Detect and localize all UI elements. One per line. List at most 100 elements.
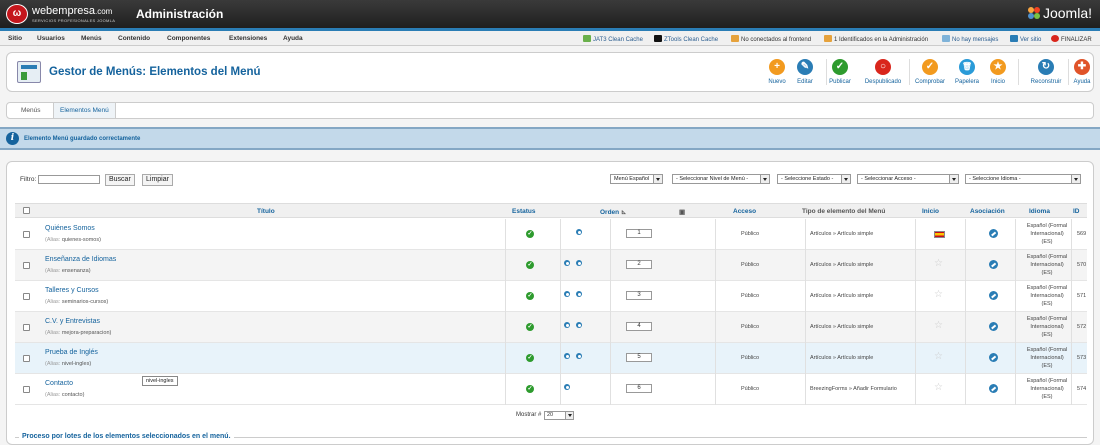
default-star-icon[interactable]: ☆ xyxy=(934,352,943,362)
filter-search-input[interactable] xyxy=(38,175,100,184)
help-button[interactable]: ✚ Ayuda xyxy=(1064,59,1100,85)
unpublish-button[interactable]: ○ Despublicado xyxy=(860,59,906,85)
app-header: ω webempresa.com SERVICIOS PROFESIONALES… xyxy=(0,0,1100,28)
col-type: Tipo de elemento del Menú xyxy=(802,208,886,215)
item-title-link[interactable]: C.V. y Entrevistas xyxy=(45,318,100,325)
published-check-icon[interactable]: ✓ xyxy=(526,354,534,362)
rebuild-button[interactable]: ↻ Reconstruir xyxy=(1025,59,1067,85)
brand-tagline: SERVICIOS PROFESIONALES JOOMLA xyxy=(32,18,116,23)
col-title[interactable]: Título xyxy=(257,208,275,215)
move-down-icon[interactable] xyxy=(576,229,582,235)
view-site-link[interactable]: Ver sitio xyxy=(1010,35,1041,43)
item-title-link[interactable]: Enseñanza de Idiomas xyxy=(45,256,116,263)
publish-button[interactable]: ✓ Publicar xyxy=(822,59,858,85)
published-check-icon[interactable]: ✓ xyxy=(526,292,534,300)
order-input[interactable]: 2 xyxy=(626,260,652,269)
menu-usuarios[interactable]: Usuarios xyxy=(37,35,65,42)
col-language[interactable]: Idioma xyxy=(1029,208,1050,215)
move-down-icon[interactable] xyxy=(576,260,582,266)
jat3-clean-cache-link[interactable]: JAT3 Clean Cache xyxy=(583,35,643,43)
column-divider xyxy=(1015,219,1016,250)
joomla-icon xyxy=(1027,7,1040,19)
col-order[interactable]: Orden ⊾ xyxy=(600,208,626,216)
order-input[interactable]: 6 xyxy=(626,384,652,393)
row-checkbox[interactable] xyxy=(23,386,30,393)
language-select[interactable]: - Seleccione Idioma - xyxy=(965,174,1081,184)
trash-icon: 🗑 xyxy=(959,59,975,75)
default-star-icon[interactable]: ☆ xyxy=(934,290,943,300)
item-title-link[interactable]: Talleres y Cursos xyxy=(45,287,99,294)
edit-button[interactable]: ✎ Editar xyxy=(787,59,823,85)
published-check-icon[interactable]: ✓ xyxy=(526,230,534,238)
published-check-icon[interactable]: ✓ xyxy=(526,323,534,331)
webempresa-logo-icon[interactable]: ω xyxy=(6,4,28,24)
tab-menus[interactable]: Menús xyxy=(15,106,47,115)
move-up-icon[interactable] xyxy=(564,384,570,390)
move-up-icon[interactable] xyxy=(564,322,570,328)
move-down-icon[interactable] xyxy=(576,291,582,297)
brand-name[interactable]: webempresa.com xyxy=(32,5,112,17)
clear-button[interactable]: Limpiar xyxy=(142,174,173,186)
list-limit-select[interactable]: 20 xyxy=(544,411,574,420)
column-divider xyxy=(965,343,966,374)
search-button[interactable]: Buscar xyxy=(105,174,135,186)
move-up-icon[interactable] xyxy=(564,260,570,266)
move-up-icon[interactable] xyxy=(564,291,570,297)
default-star-icon[interactable]: ☆ xyxy=(934,383,943,393)
row-checkbox[interactable] xyxy=(23,262,30,269)
level-select[interactable]: - Seleccionar Nivel de Menú - xyxy=(672,174,770,184)
state-select[interactable]: - Seleccione Estado - xyxy=(777,174,851,184)
logout-link[interactable]: FINALIZAR xyxy=(1051,35,1092,43)
move-up-icon[interactable] xyxy=(564,353,570,359)
item-title-link[interactable]: Quiénes Somos xyxy=(45,225,95,232)
order-input[interactable]: 4 xyxy=(626,322,652,331)
access-level: Público xyxy=(741,324,760,330)
col-access[interactable]: Acceso xyxy=(733,208,756,215)
menu-select[interactable]: Menú Español xyxy=(610,174,663,184)
column-divider xyxy=(965,281,966,312)
item-id: 569 xyxy=(1077,231,1087,237)
spain-flag-icon[interactable] xyxy=(934,231,945,238)
item-language: Español (Formal Internacional) (ES) xyxy=(1026,223,1068,245)
column-divider xyxy=(715,219,716,250)
messages-link[interactable]: No hay mensajes xyxy=(942,35,998,43)
order-input[interactable]: 5 xyxy=(626,353,652,362)
checkin-button[interactable]: ✓ Comprobar xyxy=(910,59,950,85)
menu-ayuda[interactable]: Ayuda xyxy=(283,35,303,42)
rebuild-icon: ↻ xyxy=(1038,59,1054,75)
order-input[interactable]: 3 xyxy=(626,291,652,300)
published-check-icon[interactable]: ✓ xyxy=(526,385,534,393)
ztools-icon xyxy=(654,35,662,42)
item-title-link[interactable]: Prueba de Inglés xyxy=(45,349,98,356)
table-row: Prueba de Inglés (Alias: nivel-ingles) ✓ 5 P… xyxy=(15,343,1087,374)
ztools-clean-cache-link[interactable]: ZTools Clean Cache xyxy=(654,35,718,43)
select-all-checkbox[interactable] xyxy=(23,207,30,214)
move-down-icon[interactable] xyxy=(576,322,582,328)
column-divider xyxy=(560,312,561,343)
column-divider xyxy=(915,343,916,374)
menu-componentes[interactable]: Componentes xyxy=(167,35,210,42)
menu-item-type: BreezingForms » Añadir Formulario xyxy=(810,386,897,392)
home-button[interactable]: ★ Inicio xyxy=(980,59,1016,85)
menu-menus[interactable]: Menús xyxy=(81,35,102,42)
menu-extensiones[interactable]: Extensiones xyxy=(229,35,267,42)
row-checkbox[interactable] xyxy=(23,231,30,238)
col-home[interactable]: Inicio xyxy=(922,208,939,215)
tab-menu-items[interactable]: Elementos Menú xyxy=(53,103,116,118)
access-select[interactable]: - Seleccionar Acceso - xyxy=(857,174,959,184)
menu-contenido[interactable]: Contenido xyxy=(118,35,150,42)
save-order-icon[interactable]: ▣ xyxy=(679,208,685,216)
column-divider xyxy=(560,374,561,405)
published-check-icon[interactable]: ✓ xyxy=(526,261,534,269)
item-title-link[interactable]: Contacto xyxy=(45,380,73,387)
row-checkbox[interactable] xyxy=(23,355,30,362)
order-input[interactable]: 1 xyxy=(626,229,652,238)
col-id[interactable]: ID xyxy=(1073,208,1080,215)
default-star-icon[interactable]: ☆ xyxy=(934,321,943,331)
row-checkbox[interactable] xyxy=(23,293,30,300)
default-star-icon[interactable]: ☆ xyxy=(934,259,943,269)
row-checkbox[interactable] xyxy=(23,324,30,331)
move-down-icon[interactable] xyxy=(576,353,582,359)
menu-sitio[interactable]: Sitio xyxy=(8,35,22,42)
col-status[interactable]: Estatus xyxy=(512,208,535,215)
